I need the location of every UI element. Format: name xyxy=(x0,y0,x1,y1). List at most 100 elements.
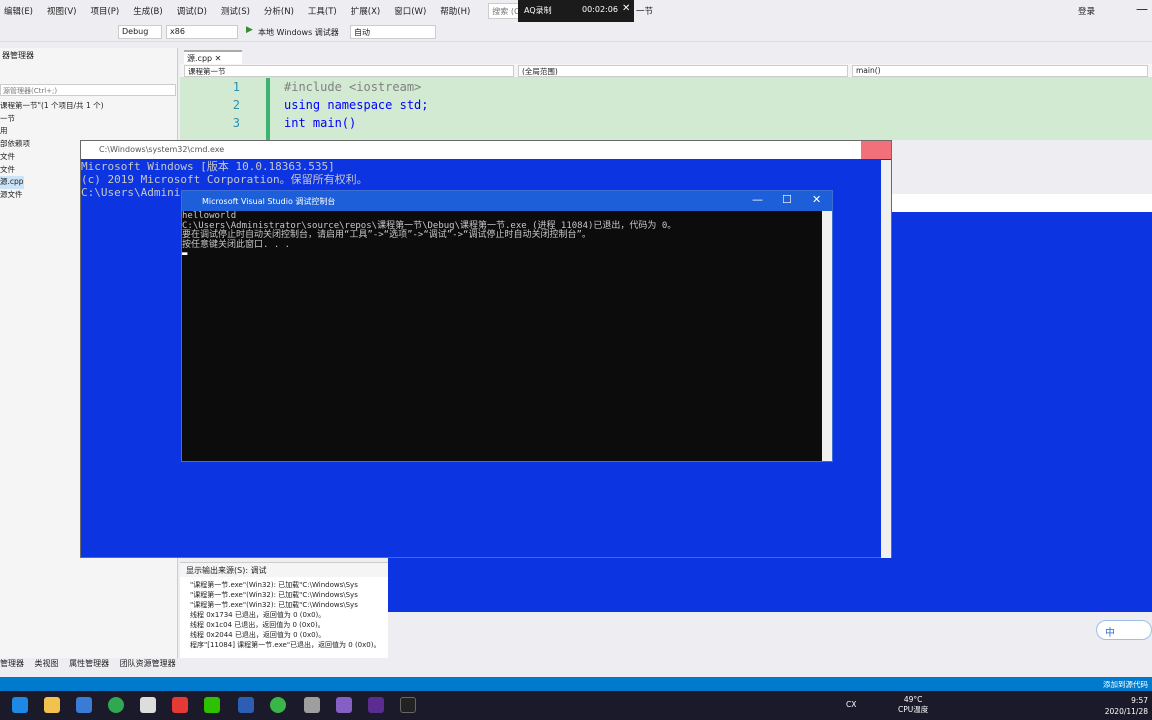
app-icon[interactable] xyxy=(76,697,92,713)
tab-label: 源.cpp xyxy=(187,54,213,63)
output-header: 显示输出来源(S): 调试 xyxy=(180,563,388,577)
debug-console-window[interactable]: Microsoft Visual Studio 调试控制台 — ☐ ✕ hell… xyxy=(181,190,833,462)
maximize-icon[interactable]: ☐ xyxy=(782,193,792,206)
project-dropdown[interactable]: 课程第一节 xyxy=(184,65,514,77)
scope-dropdown[interactable]: (全局范围) xyxy=(518,65,848,77)
tab-solution-explorer[interactable]: 管理器 xyxy=(0,659,24,668)
clock[interactable]: 9:57 2020/11/28 xyxy=(1105,695,1148,717)
play-icon[interactable]: ▶ xyxy=(246,25,253,35)
function-dropdown[interactable]: main() xyxy=(852,65,1148,77)
scrollbar[interactable] xyxy=(822,211,832,461)
panel-header: 器管理器 xyxy=(2,51,34,60)
temp-label: CPU温度 xyxy=(898,705,929,714)
minimize-icon[interactable]: — xyxy=(1136,2,1148,16)
cmd-line: (c) 2019 Microsoft Corporation。保留所有权利。 xyxy=(81,173,368,186)
solution-search-input[interactable]: 源管理器(Ctrl+;) xyxy=(0,84,176,96)
console-title: Microsoft Visual Studio 调试控制台 xyxy=(182,191,832,211)
code-line: #include <iostream> xyxy=(284,80,422,94)
code-line: int main() xyxy=(284,116,357,130)
menu-edit[interactable]: 编辑(E) xyxy=(4,5,33,17)
recorder-time: 00:02:06 xyxy=(582,5,618,14)
output-line: 线程 0x2044 已退出，返回值为 0 (0x0)。 xyxy=(190,631,326,639)
tree-item[interactable]: 一节 xyxy=(0,113,104,126)
tab-property-manager[interactable]: 属性管理器 xyxy=(69,659,109,668)
close-icon[interactable]: ✕ xyxy=(812,193,821,206)
menu-extensions[interactable]: 扩展(X) xyxy=(351,5,380,17)
app-icon[interactable] xyxy=(304,697,320,713)
close-icon[interactable]: ✕ xyxy=(215,54,222,63)
menu-tools[interactable]: 工具(T) xyxy=(308,5,337,17)
console-output: helloworld C:\Users\Administrator\source\… xyxy=(182,211,676,260)
app-icon[interactable] xyxy=(270,697,286,713)
menu-help[interactable]: 帮助(H) xyxy=(440,5,470,17)
tab-source[interactable]: 源.cpp ✕ xyxy=(184,50,242,64)
login-link[interactable]: 登录 xyxy=(1078,5,1095,17)
tree-item[interactable]: 课程第一节"(1 个项目/共 1 个) xyxy=(0,100,104,113)
close-button[interactable] xyxy=(861,141,891,159)
run-button[interactable]: 本地 Windows 调试器 xyxy=(258,27,339,38)
cursor: ▬ xyxy=(182,249,188,259)
notes-icon[interactable] xyxy=(140,697,156,713)
clock-date: 2020/11/28 xyxy=(1104,707,1148,716)
output-source-label: 显示输出来源(S): xyxy=(186,566,249,575)
minimize-icon[interactable]: — xyxy=(752,193,763,206)
add-to-source-control[interactable]: 添加到源代码 xyxy=(1103,679,1148,690)
output-line: 线程 0x1734 已退出，返回值为 0 (0x0)。 xyxy=(190,611,326,619)
menu-view[interactable]: 视图(V) xyxy=(47,5,76,17)
output-source-dropdown[interactable]: 调试 xyxy=(251,566,267,575)
cmd-title: C:\Windows\system32\cmd.exe xyxy=(81,141,891,159)
clock-time: 9:57 xyxy=(1131,696,1148,705)
cpu-temp: 49°C CPU温度 xyxy=(898,695,928,715)
wechat-icon[interactable] xyxy=(204,697,220,713)
tree-item[interactable]: 用 xyxy=(0,125,104,138)
document-tabs: 源.cpp ✕ xyxy=(180,48,1152,64)
ime-indicator[interactable]: 中 xyxy=(1096,620,1152,640)
bottom-tabs: 管理器 类视图 属性管理器 团队资源管理器 xyxy=(0,658,1152,672)
line-number: 1 xyxy=(232,80,240,94)
line-number: 2 xyxy=(232,98,240,112)
tree-item-selected[interactable]: 源.cpp xyxy=(0,176,24,189)
visual-studio-icon[interactable] xyxy=(336,697,352,713)
scrollbar[interactable] xyxy=(881,160,891,558)
vs-console-icon[interactable] xyxy=(368,697,384,713)
ime-text: 中 xyxy=(1105,628,1115,639)
ime-tag[interactable]: CX xyxy=(846,700,856,709)
toolbar: Debug x86 ▶ 本地 Windows 调试器 自动 xyxy=(0,22,1152,42)
platform-dropdown[interactable]: x86 xyxy=(166,25,238,39)
edge-icon[interactable] xyxy=(12,697,28,713)
menu-project[interactable]: 项目(P) xyxy=(90,5,119,17)
output-line: 线程 0x1c04 已退出，返回值为 0 (0x0)。 xyxy=(190,621,325,629)
run-mode-dropdown[interactable]: 自动 xyxy=(350,25,436,39)
output-line: "课程第一节.exe"(Win32): 已加载"C:\Windows\Sys xyxy=(190,581,358,589)
taskbar: CX 49°C CPU温度 9:57 2020/11/28 xyxy=(0,691,1152,720)
title-suffix: 一节 xyxy=(636,7,654,17)
tab-team-explorer[interactable]: 团队资源管理器 xyxy=(120,659,176,668)
menu-test[interactable]: 测试(S) xyxy=(221,5,250,17)
menu-build[interactable]: 生成(B) xyxy=(133,5,162,17)
menu-analyze[interactable]: 分析(N) xyxy=(264,5,294,17)
status-bar: 添加到源代码 xyxy=(0,677,1152,691)
cmd-line: Microsoft Windows [版本 10.0.18363.535] xyxy=(81,160,335,173)
output-line: 程序"[11084] 课程第一节.exe"已退出，返回值为 0 (0x0)。 xyxy=(190,641,381,649)
line-number: 3 xyxy=(232,116,240,130)
menu-debug[interactable]: 调试(D) xyxy=(177,5,207,17)
recorder-name: AQ录制 xyxy=(524,6,552,15)
console-line: 按任意键关闭此窗口. . . xyxy=(182,239,291,250)
file-explorer-icon[interactable] xyxy=(44,697,60,713)
temp-value: 49°C xyxy=(903,695,923,704)
output-line: "课程第一节.exe"(Win32): 已加载"C:\Windows\Sys xyxy=(190,601,358,609)
media-icon[interactable] xyxy=(172,697,188,713)
app-icon[interactable] xyxy=(238,697,254,713)
tab-class-view[interactable]: 类视图 xyxy=(35,659,59,668)
change-bar xyxy=(266,78,270,140)
browser-icon[interactable] xyxy=(108,697,124,713)
code-line: using namespace std; xyxy=(284,98,429,112)
navigation-bar: 课程第一节 (全局范围) main() xyxy=(180,64,1152,78)
code-editor[interactable]: 1 2 3 #include <iostream> using namespac… xyxy=(180,78,1152,140)
output-text: "课程第一节.exe"(Win32): 已加载"C:\Windows\Sys "课… xyxy=(190,580,380,650)
cmd-icon[interactable] xyxy=(400,697,416,713)
menu-window[interactable]: 窗口(W) xyxy=(394,5,426,17)
config-dropdown[interactable]: Debug xyxy=(118,25,162,39)
recorder-close-icon[interactable]: ✕ xyxy=(622,3,630,14)
output-line: "课程第一节.exe"(Win32): 已加载"C:\Windows\Sys xyxy=(190,591,358,599)
